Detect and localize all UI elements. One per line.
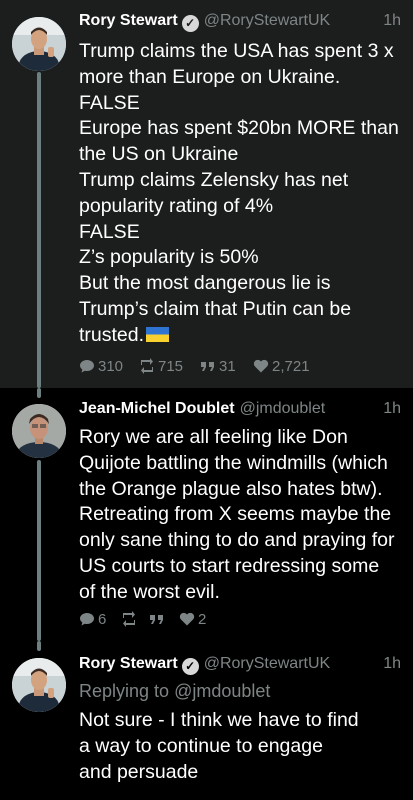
quote-button[interactable] bbox=[149, 611, 168, 628]
tweet-actions: 6 2 bbox=[79, 611, 279, 631]
like-count: 2 bbox=[198, 611, 207, 628]
tweet-line: the US on Ukraine bbox=[79, 143, 239, 166]
tweet-line: Quijote battling the windmills (which bbox=[79, 451, 388, 474]
timestamp: 1h bbox=[383, 12, 401, 29]
tweet-line: Trump claims the USA has spent 3 x bbox=[79, 40, 394, 62]
replying-to-handle[interactable]: @jmdoublet bbox=[174, 681, 270, 701]
tweet-text: Not sure - I think we have to find a way… bbox=[79, 708, 403, 785]
thread-line bbox=[37, 72, 41, 388]
tweet-line: US courts to start redressing some bbox=[79, 554, 380, 577]
tweet-rory-stewart-main[interactable]: Rory Stewart ✓ @RoryStewartUK 1h Trump cla… bbox=[0, 0, 413, 388]
heart-icon bbox=[179, 612, 195, 626]
author-name-wrap[interactable]: Jean-Michel Doublet @jmdoublet bbox=[79, 400, 325, 418]
tweet-line: Rory we are all feeling like Don bbox=[79, 426, 348, 448]
tweet-line: FALSE bbox=[79, 220, 140, 243]
replying-to-label: Replying to bbox=[79, 681, 170, 701]
tweet-line: trusted. bbox=[79, 323, 145, 346]
thread-line bbox=[37, 460, 41, 641]
tweet-line: Europe has spent $20bn MORE than bbox=[79, 117, 399, 140]
author-handle[interactable]: @jmdoublet bbox=[240, 400, 326, 417]
author-name-wrap[interactable]: Rory Stewart ✓ @RoryStewartUK bbox=[79, 655, 330, 675]
reply-button[interactable]: 310 bbox=[79, 358, 123, 375]
timestamp: 1h bbox=[383, 655, 401, 672]
quote-count: 31 bbox=[219, 358, 236, 375]
replying-to: Replying to @jmdoublet bbox=[79, 681, 270, 702]
tweet-line: and persuade bbox=[79, 760, 199, 783]
author-name[interactable]: Rory Stewart bbox=[79, 12, 178, 29]
heart-icon bbox=[253, 359, 269, 373]
quote-icon bbox=[201, 362, 214, 371]
retweet-button[interactable] bbox=[121, 611, 140, 628]
avatar[interactable] bbox=[12, 658, 66, 712]
thread-line bbox=[37, 388, 41, 398]
tweet-text: Rory we are all feeling like Don Quijote… bbox=[79, 425, 403, 606]
like-button[interactable]: 2,721 bbox=[253, 358, 310, 375]
avatar[interactable] bbox=[12, 17, 66, 71]
tweet-line: Z’s popularity is 50% bbox=[79, 246, 259, 269]
tweet-line: Trump’s claim that Putin can be bbox=[79, 297, 352, 320]
tweet-line-last: trusted. bbox=[79, 323, 403, 349]
reply-count: 6 bbox=[98, 611, 107, 628]
timestamp: 1h bbox=[383, 400, 401, 417]
quote-button[interactable]: 31 bbox=[200, 358, 236, 375]
verified-badge-icon: ✓ bbox=[181, 15, 199, 32]
reply-icon bbox=[80, 360, 94, 373]
tweet-line: popularity rating of 4% bbox=[79, 194, 274, 217]
tweet-line: FALSE bbox=[79, 91, 140, 114]
tweet-rory-stewart-reply[interactable]: Rory Stewart ✓ @RoryStewartUK 1h Replying … bbox=[0, 641, 413, 800]
tweet-line: a way to continue to engage bbox=[79, 734, 323, 757]
tweet-jean-michel-doublet[interactable]: Jean-Michel Doublet @jmdoublet 1h Rory we… bbox=[0, 388, 413, 641]
like-count: 2,721 bbox=[272, 358, 310, 375]
tweet-line: Retreating from X seems maybe the bbox=[79, 503, 392, 526]
author-handle[interactable]: @RoryStewartUK bbox=[204, 12, 331, 29]
verified-badge-icon: ✓ bbox=[181, 658, 199, 675]
tweet-actions: 310 715 31 2,721 bbox=[79, 358, 399, 378]
tweet-line: more than Europe on Ukraine. bbox=[79, 65, 341, 88]
retweet-button[interactable]: 715 bbox=[139, 358, 183, 375]
reply-count: 310 bbox=[98, 358, 124, 375]
tweet-header: Jean-Michel Doublet @jmdoublet 1h bbox=[79, 400, 401, 424]
reply-button[interactable]: 6 bbox=[79, 611, 106, 628]
thread-line bbox=[37, 641, 41, 651]
like-button[interactable]: 2 bbox=[179, 611, 206, 628]
tweet-line: only sane thing to do and praying for bbox=[79, 529, 395, 552]
tweet-header: Rory Stewart ✓ @RoryStewartUK 1h bbox=[79, 655, 401, 679]
retweet-icon bbox=[141, 358, 153, 374]
retweet-count: 715 bbox=[158, 358, 184, 375]
tweet-text: Trump claims the USA has spent 3 x more … bbox=[79, 39, 403, 349]
tweet-line: But the most dangerous lie is bbox=[79, 272, 331, 295]
author-name[interactable]: Rory Stewart bbox=[79, 655, 178, 672]
tweet-line: the Orange plague also hates btw). bbox=[79, 477, 383, 500]
retweet-icon bbox=[123, 611, 135, 627]
quote-icon bbox=[150, 615, 163, 624]
reply-icon bbox=[80, 613, 94, 626]
tweet-line: Not sure - I think we have to find bbox=[79, 709, 359, 731]
avatar[interactable] bbox=[12, 404, 66, 458]
tweet-line: Trump claims Zelensky has net bbox=[79, 168, 349, 191]
author-handle[interactable]: @RoryStewartUK bbox=[204, 655, 331, 672]
tweet-header: Rory Stewart ✓ @RoryStewartUK 1h bbox=[79, 12, 401, 36]
ukraine-flag-icon bbox=[146, 326, 170, 342]
tweet-line: of the worst evil. bbox=[79, 580, 220, 603]
author-name-wrap[interactable]: Rory Stewart ✓ @RoryStewartUK bbox=[79, 12, 330, 32]
author-name[interactable]: Jean-Michel Doublet bbox=[79, 400, 235, 417]
